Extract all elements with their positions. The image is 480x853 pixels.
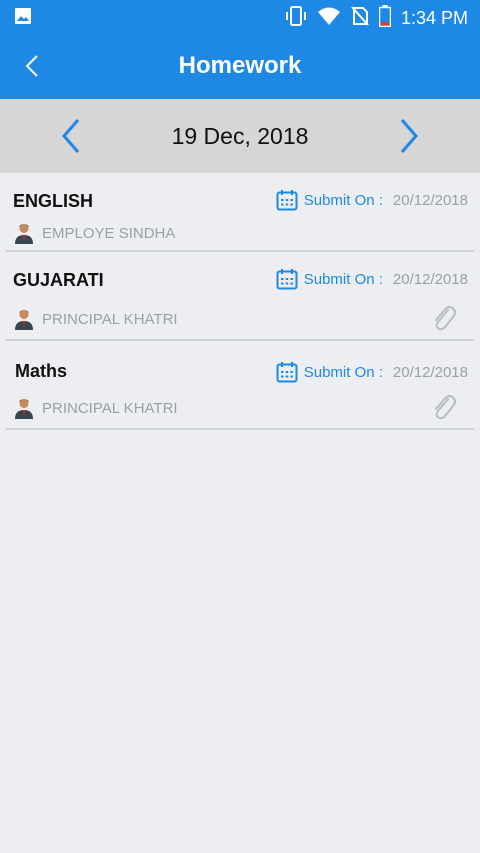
- teacher-info: PRINCIPAL KHATRI: [13, 397, 178, 419]
- submit-info: Submit On : 20/12/2018: [276, 268, 468, 290]
- teacher-avatar-icon: [15, 310, 33, 330]
- submit-date: 20/12/2018: [392, 363, 468, 381]
- subject-name: Maths: [15, 361, 68, 381]
- teacher-avatar-icon: [15, 399, 33, 419]
- page-title: Homework: [178, 52, 302, 79]
- teacher-info: EMPLOYE SINDHA: [13, 222, 175, 244]
- status-bar: 1:34 PM: [0, 0, 480, 33]
- clock: 1:34 PM: [400, 8, 468, 28]
- submit-label: Submit On :: [303, 191, 383, 209]
- homework-item[interactable]: GUJARATI Submit On : 20/12/2018 PRINCIPA…: [6, 252, 474, 341]
- calendar-icon: [276, 269, 298, 290]
- chevron-right-icon: [400, 119, 418, 153]
- vibrate-icon: [285, 6, 307, 31]
- submit-date: 20/12/2018: [392, 270, 468, 288]
- no-sim-icon: [351, 6, 369, 31]
- subject-name: ENGLISH: [13, 191, 94, 211]
- calendar-icon: [276, 190, 298, 211]
- battery-icon: [378, 5, 392, 32]
- attachment-icon[interactable]: [428, 302, 456, 332]
- teacher-avatar-icon: [15, 224, 33, 244]
- teacher-name: PRINCIPAL KHATRI: [42, 310, 178, 328]
- homework-list: ENGLISH Submit On : 20/12/2018 EMPLOYE S…: [0, 173, 480, 430]
- teacher-name: PRINCIPAL KHATRI: [42, 399, 178, 417]
- wifi-icon: [317, 6, 341, 31]
- teacher-name: EMPLOYE SINDHA: [42, 224, 176, 242]
- submit-label: Submit On :: [303, 270, 383, 288]
- app-bar: Homework: [0, 33, 480, 99]
- next-date-button[interactable]: [392, 117, 424, 155]
- teacher-info: PRINCIPAL KHATRI: [13, 308, 178, 330]
- date-navigator: 19 Dec, 2018: [0, 99, 480, 173]
- submit-label: Submit On :: [303, 363, 383, 381]
- homework-item[interactable]: Maths Submit On : 20/12/2018 PRINCIPAL K…: [6, 341, 474, 430]
- submit-date: 20/12/2018: [392, 191, 468, 209]
- image-icon: [14, 7, 32, 30]
- submit-info: Submit On : 20/12/2018: [276, 189, 468, 211]
- homework-item[interactable]: ENGLISH Submit On : 20/12/2018 EMPLOYE S…: [6, 173, 474, 252]
- subject-name: GUJARATI: [13, 270, 104, 290]
- calendar-icon: [276, 362, 298, 383]
- submit-info: Submit On : 20/12/2018: [276, 361, 468, 383]
- attachment-icon[interactable]: [428, 391, 456, 421]
